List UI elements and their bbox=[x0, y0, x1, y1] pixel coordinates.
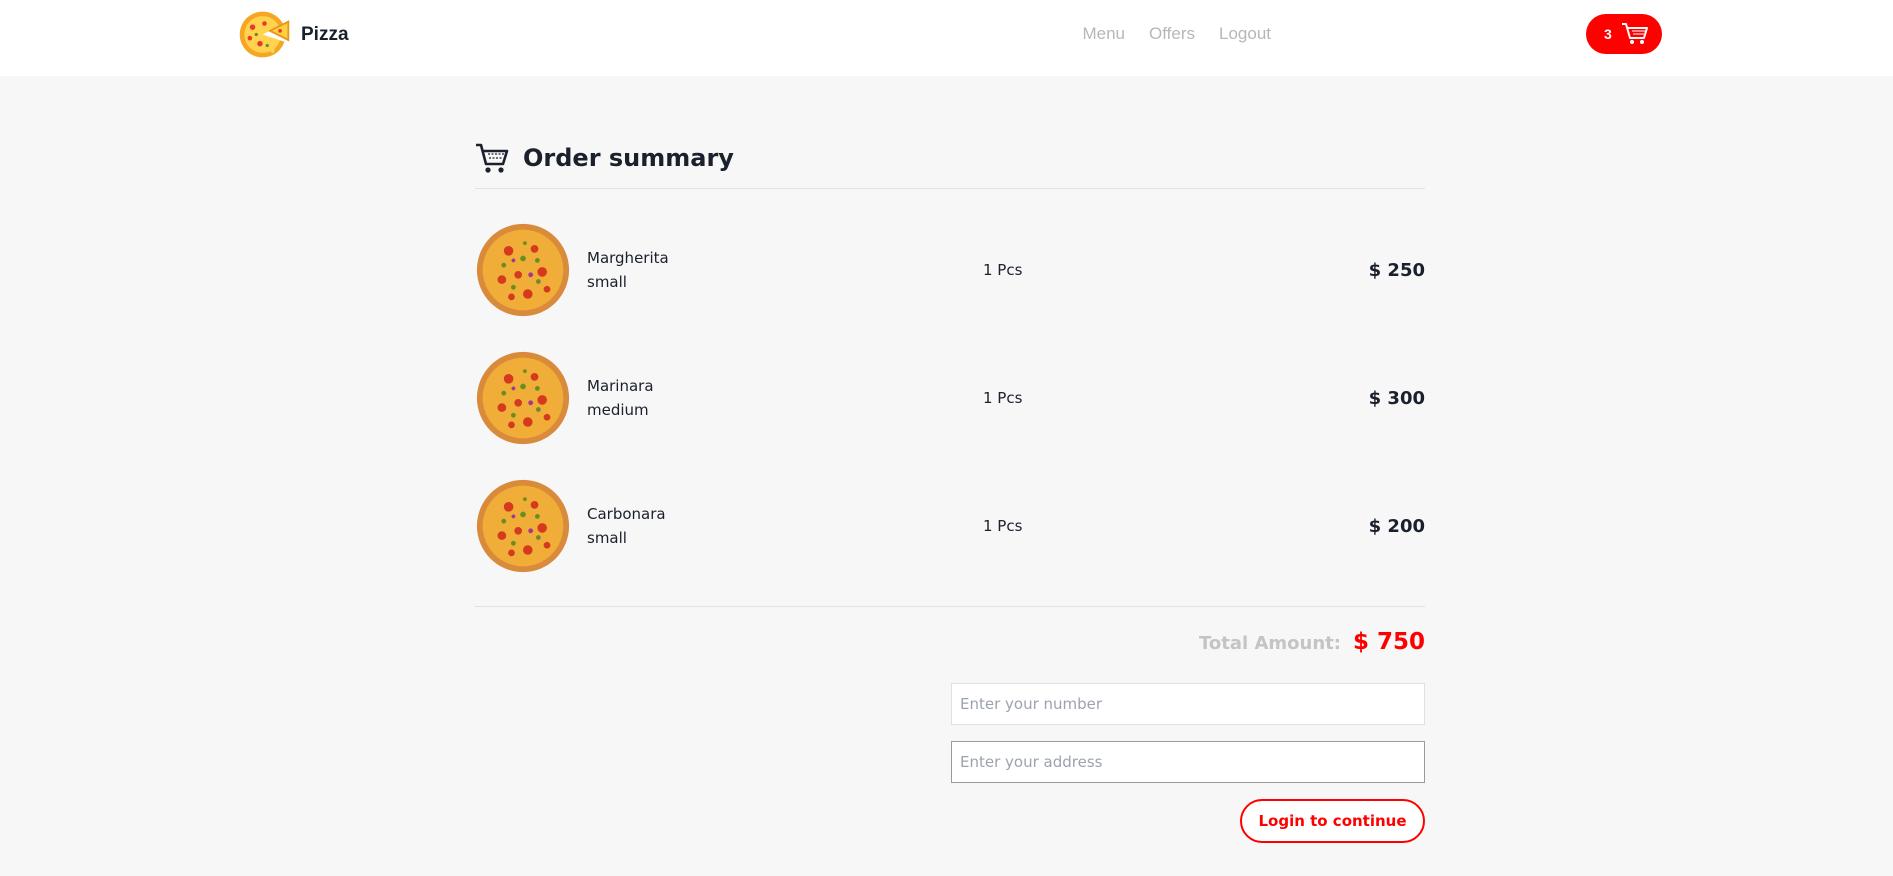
nav-link-offers[interactable]: Offers bbox=[1149, 24, 1195, 44]
brand-name: Pizza bbox=[301, 23, 349, 45]
item-size: medium bbox=[587, 401, 649, 419]
pizza-icon bbox=[476, 351, 570, 445]
cart-item-list: Margherita small 1 Pcs $ 250 Marinara me… bbox=[475, 189, 1425, 574]
item-price: $ 250 bbox=[1368, 259, 1425, 281]
item-name: Marinara bbox=[587, 377, 654, 395]
pizza-icon bbox=[476, 223, 570, 317]
divider bbox=[475, 606, 1425, 607]
item-price: $ 300 bbox=[1368, 387, 1425, 409]
form-actions: Login to continue bbox=[951, 799, 1425, 843]
item-info: Carbonara small bbox=[587, 502, 666, 550]
item-quantity: 1 Pcs bbox=[983, 517, 1023, 535]
item-price: $ 200 bbox=[1368, 515, 1425, 537]
page-title: Order summary bbox=[523, 144, 734, 172]
login-to-continue-button[interactable]: Login to continue bbox=[1240, 799, 1425, 843]
cart-button[interactable]: 3 bbox=[1586, 14, 1662, 54]
pizza-logo-icon bbox=[239, 11, 292, 58]
order-summary-section: Order summary Margherita small 1 Pcs $ 2… bbox=[475, 140, 1425, 843]
item-size: small bbox=[587, 529, 627, 547]
item-size: small bbox=[587, 273, 627, 291]
item-quantity: 1 Pcs bbox=[983, 389, 1023, 407]
cart-icon bbox=[1621, 23, 1648, 44]
item-quantity: 1 Pcs bbox=[983, 261, 1023, 279]
cart-item: Marinara medium 1 Pcs $ 300 bbox=[475, 350, 1425, 446]
cart-item: Carbonara small 1 Pcs $ 200 bbox=[475, 478, 1425, 574]
total-row: Total Amount: $ 750 bbox=[475, 629, 1425, 655]
pizza-icon bbox=[476, 479, 570, 573]
item-name: Margherita bbox=[587, 249, 669, 267]
item-name: Carbonara bbox=[587, 505, 666, 523]
nav-link-menu[interactable]: Menu bbox=[1082, 24, 1125, 44]
nav-links: Menu Offers Logout bbox=[1058, 24, 1271, 44]
navbar: Pizza Menu Offers Logout 3 bbox=[0, 0, 1893, 76]
cart-count: 3 bbox=[1604, 26, 1612, 42]
total-amount: $ 750 bbox=[1352, 629, 1425, 655]
total-label: Total Amount: bbox=[1199, 633, 1341, 654]
cart-icon bbox=[476, 143, 509, 173]
nav-link-logout[interactable]: Logout bbox=[1219, 24, 1271, 44]
cart-item: Margherita small 1 Pcs $ 250 bbox=[475, 222, 1425, 318]
summary-header: Order summary bbox=[475, 140, 1425, 176]
item-info: Margherita small bbox=[587, 246, 669, 294]
address-input[interactable] bbox=[951, 741, 1425, 783]
checkout-form: Login to continue bbox=[951, 683, 1425, 843]
item-info: Marinara medium bbox=[587, 374, 654, 422]
phone-number-input[interactable] bbox=[951, 683, 1425, 725]
brand[interactable]: Pizza bbox=[237, 7, 349, 62]
